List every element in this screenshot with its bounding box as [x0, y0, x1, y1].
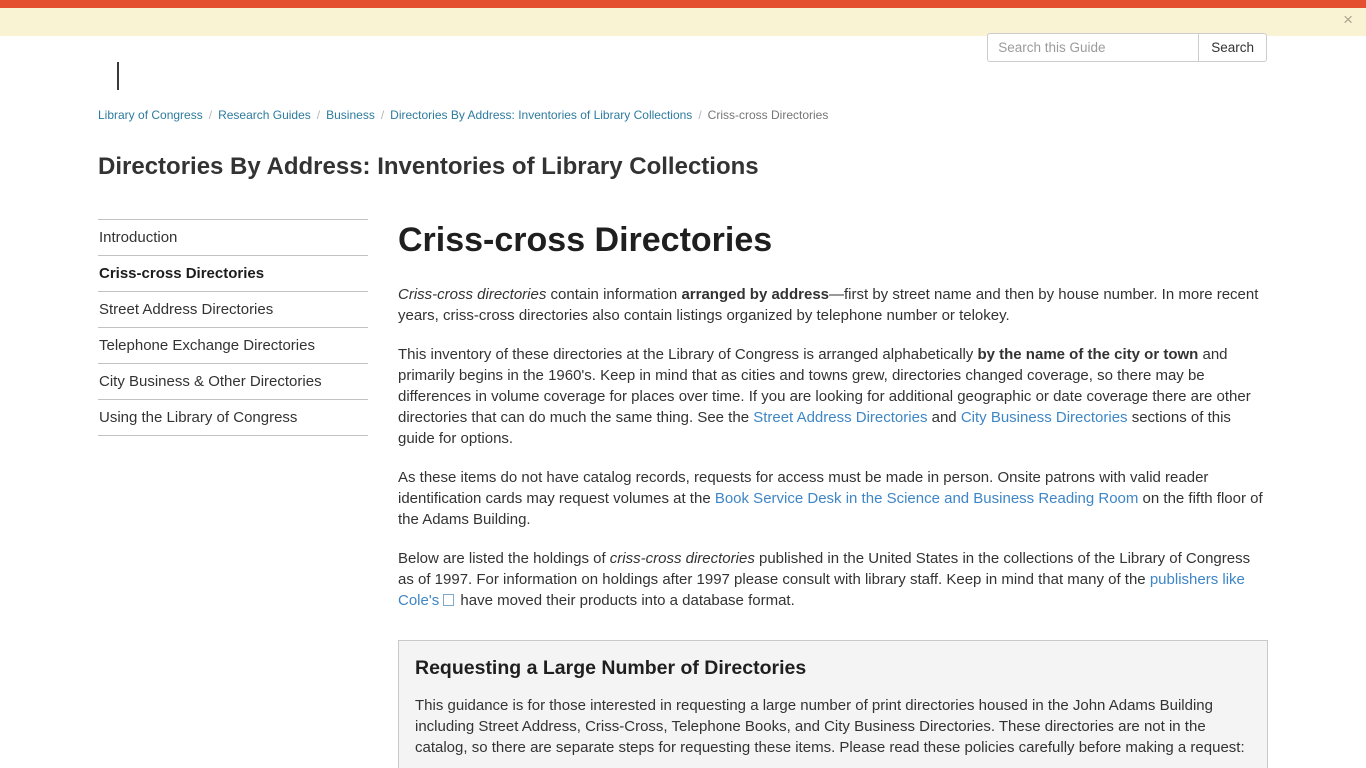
top-accent-bar: [0, 0, 1366, 8]
breadcrumb-separator: /: [317, 108, 320, 122]
sidebar-item-telephone-exchange-directories[interactable]: Telephone Exchange Directories: [98, 328, 368, 364]
search-button[interactable]: Search: [1198, 33, 1267, 62]
sidebar-item-criss-cross-directories[interactable]: Criss-cross Directories: [98, 256, 368, 292]
main-content: Criss-cross Directories Criss-cross dire…: [398, 219, 1268, 768]
paragraph-holdings: Below are listed the holdings of criss-c…: [398, 548, 1268, 611]
sidebar-item-street-address-directories[interactable]: Street Address Directories: [98, 292, 368, 328]
breadcrumb-link-library-of-congress[interactable]: Library of Congress: [98, 108, 203, 122]
breadcrumb-link-business[interactable]: Business: [326, 108, 375, 122]
guide-nav-sidebar: Introduction Criss-cross Directories Str…: [98, 219, 368, 436]
breadcrumb-link-guide-home[interactable]: Directories By Address: Inventories of L…: [390, 108, 692, 122]
search-input[interactable]: [987, 33, 1198, 62]
breadcrumb-separator: /: [209, 108, 212, 122]
request-box-intro: This guidance is for those interested in…: [415, 695, 1251, 758]
breadcrumb-separator: /: [381, 108, 384, 122]
inline-link[interactable]: Book Service Desk in the Science and Bus…: [715, 490, 1139, 507]
breadcrumb-link-research-guides[interactable]: Research Guides: [218, 108, 311, 122]
requesting-directories-box: Requesting a Large Number of Directories…: [398, 640, 1268, 768]
close-icon[interactable]: ×: [1343, 11, 1353, 28]
header-caret-line: [117, 62, 119, 90]
inline-link[interactable]: City Business Directories: [961, 409, 1128, 426]
page-title: Directories By Address: Inventories of L…: [98, 153, 1268, 181]
paragraph-intro: Criss-cross directories contain informat…: [398, 284, 1268, 326]
breadcrumb-separator: /: [698, 108, 701, 122]
sidebar-item-city-business-other-directories[interactable]: City Business & Other Directories: [98, 364, 368, 400]
section-heading: Criss-cross Directories: [398, 221, 1268, 259]
guide-nav-list: Introduction Criss-cross Directories Str…: [98, 219, 368, 436]
paragraph-access: As these items do not have catalog recor…: [398, 467, 1268, 530]
breadcrumb: Library of Congress / Research Guides / Busi…: [98, 108, 1268, 122]
request-box-heading: Requesting a Large Number of Directories: [415, 656, 1251, 680]
paragraph-inventory: This inventory of these directories at t…: [398, 344, 1268, 449]
sidebar-item-using-the-library-of-congress[interactable]: Using the Library of Congress: [98, 400, 368, 436]
notice-banner: ×: [0, 8, 1366, 36]
inline-link[interactable]: Street Address Directories: [753, 409, 927, 426]
guide-search: Search: [987, 33, 1267, 62]
breadcrumb-current-page: Criss-cross Directories: [708, 108, 829, 122]
external-link-icon: [443, 594, 454, 606]
sidebar-item-introduction[interactable]: Introduction: [98, 220, 368, 256]
page: × Search Library of Congress / Research Gu…: [0, 0, 1366, 768]
